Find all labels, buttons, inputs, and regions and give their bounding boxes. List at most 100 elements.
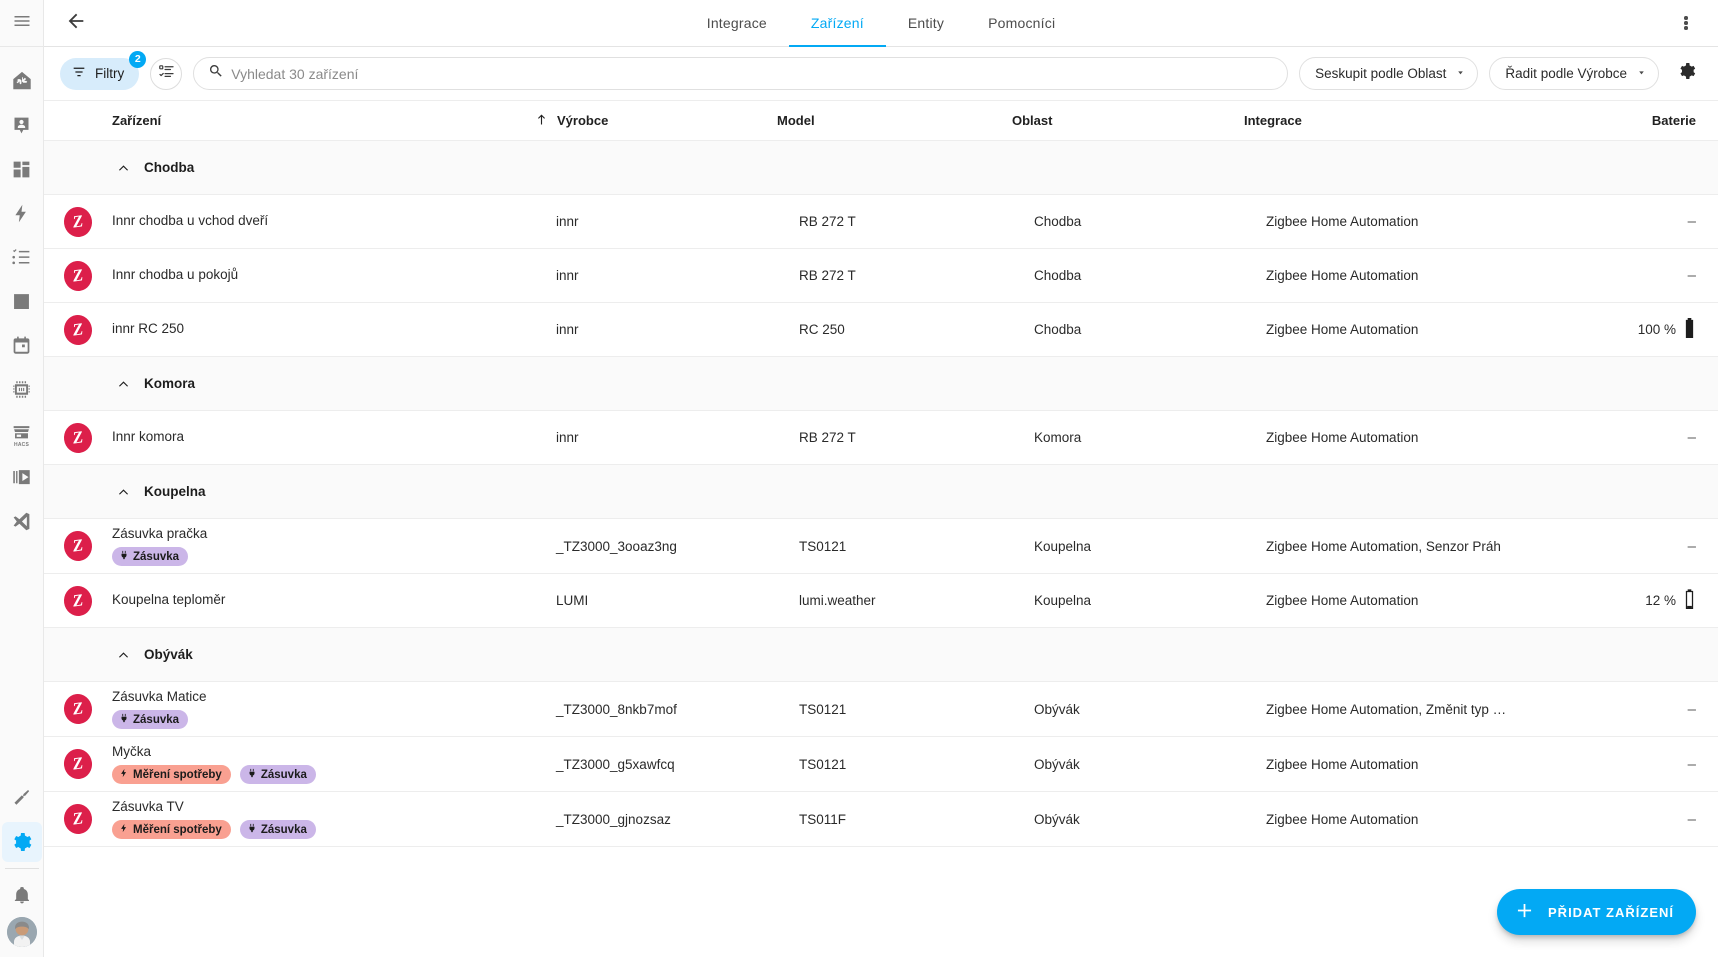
battery-value: 100 % [1637, 322, 1676, 337]
table-row[interactable]: Z Koupelna teploměr LUMI lumi.weather Ko… [44, 574, 1718, 628]
device-name: Zásuvka TV [112, 798, 184, 814]
sidebar-item-esphome[interactable] [0, 367, 44, 411]
device-name-cell: Myčka Měření spotřeby Zásuvka [112, 744, 556, 785]
group-header-obyvak[interactable]: Obývák [44, 628, 1718, 682]
area-cell: Chodba [1034, 214, 1082, 229]
sidebar-item-hacs[interactable]: HACS [0, 411, 44, 455]
battery-value: – [1687, 755, 1696, 773]
hammer-icon [11, 787, 33, 809]
battery-full-icon [1683, 318, 1696, 341]
chevron-up-icon[interactable] [112, 647, 134, 662]
column-header-manufacturer-label: Výrobce [557, 113, 609, 128]
column-header-integration[interactable]: Integrace [1244, 113, 1598, 128]
chevron-up-icon[interactable] [112, 160, 134, 175]
lightning-bolt-icon [119, 768, 129, 781]
bar-chart-icon [11, 291, 32, 312]
filters-button[interactable]: Filtry [60, 57, 140, 90]
device-name-cell: innr RC 250 [112, 321, 556, 338]
model-cell: TS0121 [799, 756, 847, 772]
search-icon [208, 63, 224, 84]
battery-value: – [1687, 810, 1696, 828]
table-row[interactable]: Z Innr komora innr RB 272 T Komora Zigbe… [44, 411, 1718, 465]
dashboard-grid-icon [11, 159, 32, 180]
sidebar-menu-button[interactable] [0, 0, 44, 47]
integration-cell: Zigbee Home Automation [1266, 811, 1419, 827]
sidebar-item-energy[interactable] [0, 191, 44, 235]
model-cell: RB 272 T [799, 214, 856, 229]
table-row[interactable]: Z Innr chodba u pokojů innr RB 272 T Cho… [44, 249, 1718, 303]
add-device-button[interactable]: PŘIDAT ZAŘÍZENÍ [1497, 889, 1696, 935]
manufacturer-cell: innr [556, 430, 579, 445]
zigbee-logo-icon: Z [44, 802, 112, 836]
zigbee-logo-icon: Z [44, 747, 112, 781]
sidebar-item-history[interactable] [0, 279, 44, 323]
table-row[interactable]: Z innr RC 250 innr RC 250 Chodba Zigbee … [44, 303, 1718, 357]
device-name-cell: Koupelna teploměr [112, 592, 556, 609]
zigbee-logo-icon: Z [44, 258, 112, 293]
table-row[interactable]: Z Innr chodba u vchod dveří innr RB 272 … [44, 195, 1718, 249]
devices-table: Zařízení Výrobce Model Oblast Integrace … [44, 100, 1718, 957]
filters-badge: 2 [129, 50, 147, 68]
sidebar-item-notifications[interactable] [0, 873, 44, 917]
tab-pomocnici[interactable]: Pomocníci [966, 0, 1077, 47]
main-content: Integrace Zařízení Entity Pomocníci Filt… [44, 0, 1718, 957]
more-vertical-icon[interactable] [1668, 5, 1704, 41]
badge-label: Zásuvka [133, 713, 180, 726]
group-header-komora[interactable]: Komora [44, 357, 1718, 411]
sidebar-item-settings[interactable] [0, 820, 44, 864]
sort-ascending-icon [534, 112, 549, 130]
badge-label: Zásuvka [260, 768, 307, 781]
group-header-label: Koupelna [144, 484, 206, 499]
battery-cell: – [1598, 756, 1718, 773]
tab-zarizeni[interactable]: Zařízení [788, 0, 886, 47]
group-header-chodba[interactable]: Chodba [44, 141, 1718, 195]
sidebar-item-overview[interactable] [0, 59, 44, 103]
avatar[interactable] [6, 917, 37, 947]
chevron-up-icon[interactable] [112, 484, 134, 499]
table-row[interactable]: Z Myčka Měření spotřeby Zásuvka _TZ3000_… [44, 737, 1718, 792]
column-header-manufacturer[interactable]: Výrobce [534, 112, 777, 130]
badge-zasuvka: Zásuvka [112, 710, 189, 730]
sort-by-select[interactable]: Řadit podle Výrobce [1489, 57, 1659, 90]
group-header-koupelna[interactable]: Koupelna [44, 465, 1718, 519]
tab-entity[interactable]: Entity [886, 0, 966, 47]
group-by-select[interactable]: Seskupit podle Oblast [1299, 57, 1479, 90]
model-cell: RC 250 [799, 322, 845, 337]
sidebar-item-map[interactable] [0, 103, 44, 147]
chevron-up-icon[interactable] [112, 376, 134, 391]
lightning-bolt-icon [119, 823, 129, 836]
gear-icon [11, 831, 33, 853]
app-bar: Integrace Zařízení Entity Pomocníci [44, 0, 1718, 47]
column-header-model[interactable]: Model [777, 113, 1012, 128]
chevron-down-icon [1455, 66, 1466, 81]
model-cell: TS0121 [799, 701, 847, 717]
sidebar-item-developer-tools[interactable] [0, 776, 44, 820]
device-name-cell: Zásuvka Matice Zásuvka [112, 689, 556, 730]
power-plug-icon [119, 713, 129, 726]
sidebar-item-vscode[interactable] [0, 499, 44, 543]
sidebar-item-todo[interactable] [0, 235, 44, 279]
table-row[interactable]: Z Zásuvka pračka Zásuvka _TZ3000_3ooaz3n… [44, 519, 1718, 574]
toolbar: Filtry 2 Sesk [44, 47, 1718, 100]
battery-cell: – [1598, 429, 1718, 446]
lightning-bolt-icon [11, 203, 32, 224]
selection-mode-button[interactable] [150, 57, 183, 90]
model-cell: TS0121 [799, 538, 847, 554]
battery-cell: – [1598, 811, 1718, 828]
table-row[interactable]: Z Zásuvka TV Měření spotřeby Zásuvka _TZ… [44, 792, 1718, 847]
sidebar-item-calendar[interactable] [0, 323, 44, 367]
chevron-down-icon [1636, 66, 1647, 81]
sidebar-item-dashboard[interactable] [0, 147, 44, 191]
column-header-area[interactable]: Oblast [1012, 113, 1244, 128]
column-header-device[interactable]: Zařízení [112, 113, 556, 128]
sidebar-item-media[interactable] [0, 455, 44, 499]
tab-integrace[interactable]: Integrace [685, 0, 789, 47]
table-row[interactable]: Z Zásuvka Matice Zásuvka _TZ3000_8nkb7mo… [44, 682, 1718, 737]
table-settings-button[interactable] [1670, 57, 1704, 91]
search-box[interactable] [193, 57, 1289, 90]
area-cell: Komora [1034, 430, 1082, 445]
column-header-battery[interactable]: Baterie [1598, 113, 1718, 128]
plus-icon [1514, 900, 1535, 924]
search-input[interactable] [231, 65, 1274, 82]
power-plug-icon [119, 550, 129, 563]
